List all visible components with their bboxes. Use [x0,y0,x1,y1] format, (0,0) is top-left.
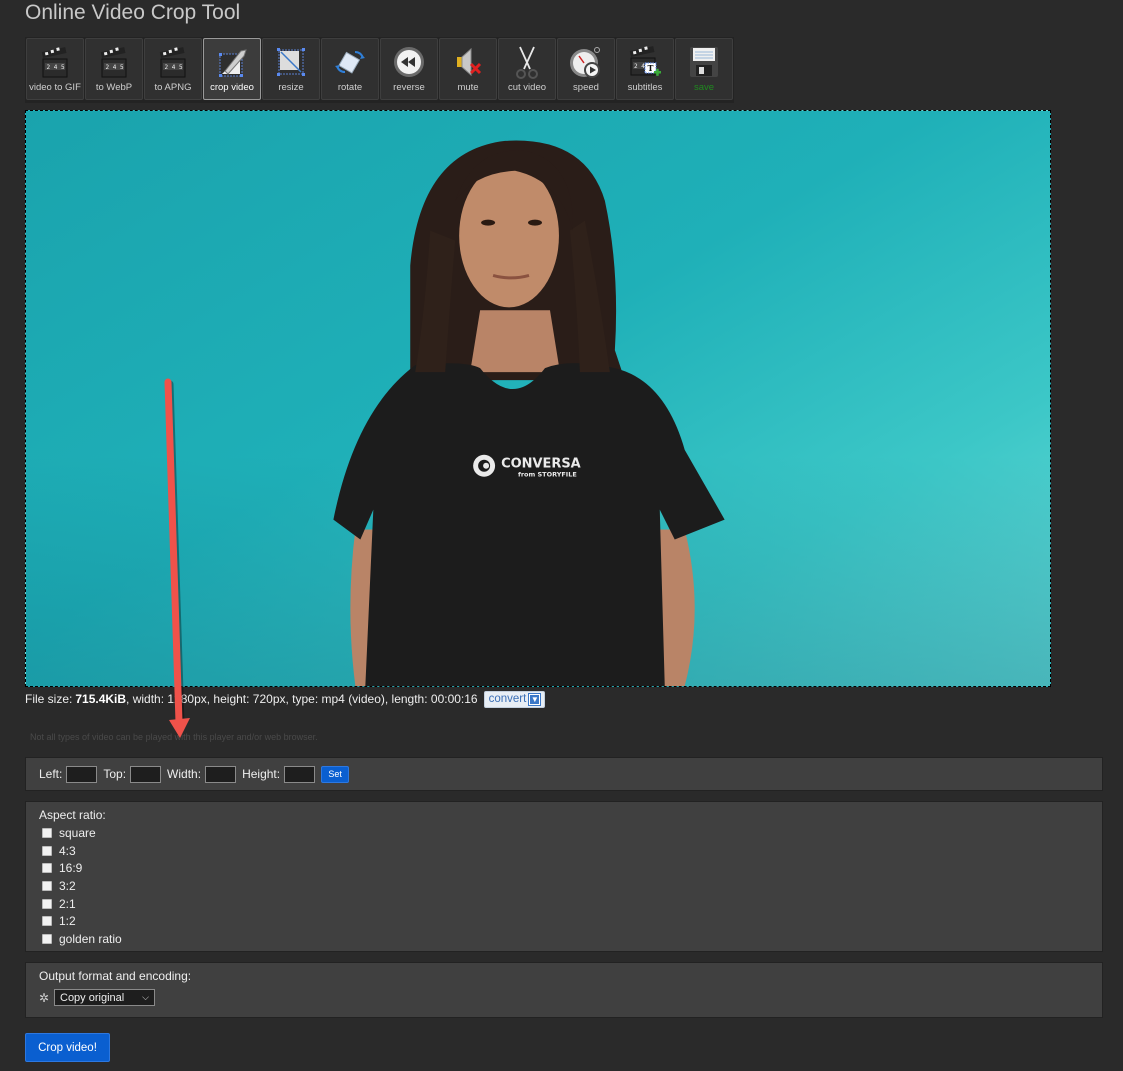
checkbox[interactable] [42,880,52,891]
chevron-down-icon: ⌵ [142,992,149,1002]
rotate-icon [335,51,365,74]
tool-rotate[interactable]: rotate [321,38,379,100]
playback-note: Not all types of video can be played wit… [30,732,318,742]
video-frame-person: CONVERSA from STORYFILE [333,140,725,686]
aspect-option-1-2[interactable]: 1:2 [42,912,1102,930]
tool-video-to-gif[interactable]: 2 4 5 video to GIF [26,38,84,100]
clapperboard-icon: 2 4 5 [100,47,127,78]
tool-crop-video[interactable]: crop video [203,38,261,100]
width-label: Width: [167,767,202,781]
aspect-option-16-9[interactable]: 16:9 [42,859,1102,877]
top-input[interactable] [130,765,162,783]
tool-label: crop video [210,82,254,93]
checkbox[interactable] [42,827,52,838]
checkbox[interactable] [42,933,52,944]
crop-video-button[interactable]: Crop video! [25,1033,110,1062]
svg-text:2 4 5: 2 4 5 [165,64,183,71]
file-meta: , width: 1280px, height: 720px, type: mp… [126,692,478,706]
aspect-option-label: golden ratio [59,931,122,946]
shirt-sub-text: from STORYFILE [518,471,577,479]
tool-label: save [693,82,715,93]
output-format-header: Output format and encoding: [39,969,192,983]
tool-speed[interactable]: speed [557,38,615,100]
aspect-option-4-3[interactable]: 4:3 [42,842,1102,860]
crop-coordinates-panel: Left: Top: Width: Height: Set [25,757,1103,791]
aspect-option-golden-ratio[interactable]: golden ratio [42,930,1102,948]
set-button[interactable]: Set [321,765,350,783]
file-size-label: File size: [25,692,73,706]
output-format-value: Copy original [60,991,125,1004]
tool-label: to WebP [95,82,133,93]
tool-label: reverse [393,82,425,93]
page-title: Online Video Crop Tool [25,1,241,24]
tool-to-apng[interactable]: 2 4 5 to APNG [144,38,202,100]
aspect-option-label: 1:2 [59,914,76,929]
checkbox[interactable] [42,863,52,874]
checkbox[interactable] [42,916,52,927]
svg-text:T: T [648,63,654,73]
tool-mute[interactable]: mute [439,38,497,100]
subtitles-icon: 2 4 T [629,46,661,76]
tool-label: video to GIF [29,82,81,93]
checkbox[interactable] [42,845,52,856]
resize-icon [277,48,305,76]
tool-subtitles[interactable]: 2 4 T subtitles [616,38,674,100]
tool-cut-video[interactable]: cut video [498,38,556,100]
shirt-brand-text: CONVERSA [501,457,581,472]
video-player[interactable]: CONVERSA from STORYFILE [25,110,1051,687]
tool-label: resize [278,82,304,93]
aspect-option-label: 2:1 [59,896,76,911]
aspect-option-label: 3:2 [59,878,76,893]
aspect-ratio-panel: Aspect ratio: square 4:3 16:9 3:2 2:1 1:… [25,801,1103,952]
tool-label: mute [457,82,479,93]
file-info: File size: 715.4KiB , width: 1280px, hei… [25,690,546,708]
height-label: Height: [242,767,281,781]
scissors-icon [516,46,538,79]
aspect-option-label: 16:9 [59,861,83,876]
tool-save[interactable]: save [675,38,733,100]
top-label: Top: [103,767,127,781]
tool-reverse[interactable]: reverse [380,38,438,100]
convert-button[interactable]: convert ▼ [483,690,546,708]
convert-label: convert [488,693,527,705]
floppy-disk-icon [690,47,718,77]
tool-label: rotate [337,82,363,93]
aspect-option-label: 4:3 [59,843,76,858]
tool-label: subtitles [627,82,663,93]
aspect-option-label: square [59,825,96,840]
aspect-option-3-2[interactable]: 3:2 [42,877,1102,895]
tool-to-webp[interactable]: 2 4 5 to WebP [85,38,143,100]
crop-knife-icon [219,49,247,77]
output-format-select[interactable]: Copy original ⌵ [54,989,155,1006]
svg-text:2 4 5: 2 4 5 [47,64,65,71]
tool-toolbar: 2 4 5 video to GIF 2 4 5 to WebP 2 4 5 t… [25,37,734,103]
aspect-option-2-1[interactable]: 2:1 [42,895,1102,913]
height-input[interactable] [284,765,316,783]
stopwatch-icon [570,47,600,78]
clapperboard-icon: 2 4 5 [159,47,186,78]
gear-icon: ✲ [39,990,50,1005]
aspect-option-square[interactable]: square [42,824,1102,842]
left-input[interactable] [66,765,98,783]
tool-label: to APNG [154,82,192,93]
clapperboard-icon: 2 4 5 [41,47,68,78]
left-label: Left: [39,767,63,781]
aspect-ratio-header: Aspect ratio: [39,808,106,822]
download-icon: ▼ [528,692,542,706]
tool-resize[interactable]: resize [262,38,320,100]
tool-label: cut video [507,82,547,93]
speaker-mute-icon [457,47,482,77]
output-format-panel: Output format and encoding: ✲ Copy origi… [25,962,1103,1018]
tool-label: speed [573,82,599,93]
file-size-value: 715.4KiB [75,692,127,706]
rewind-icon [394,47,424,77]
svg-text:2 4: 2 4 [634,63,645,70]
svg-text:2 4 5: 2 4 5 [106,64,124,71]
checkbox[interactable] [42,898,52,909]
width-input[interactable] [205,765,237,783]
